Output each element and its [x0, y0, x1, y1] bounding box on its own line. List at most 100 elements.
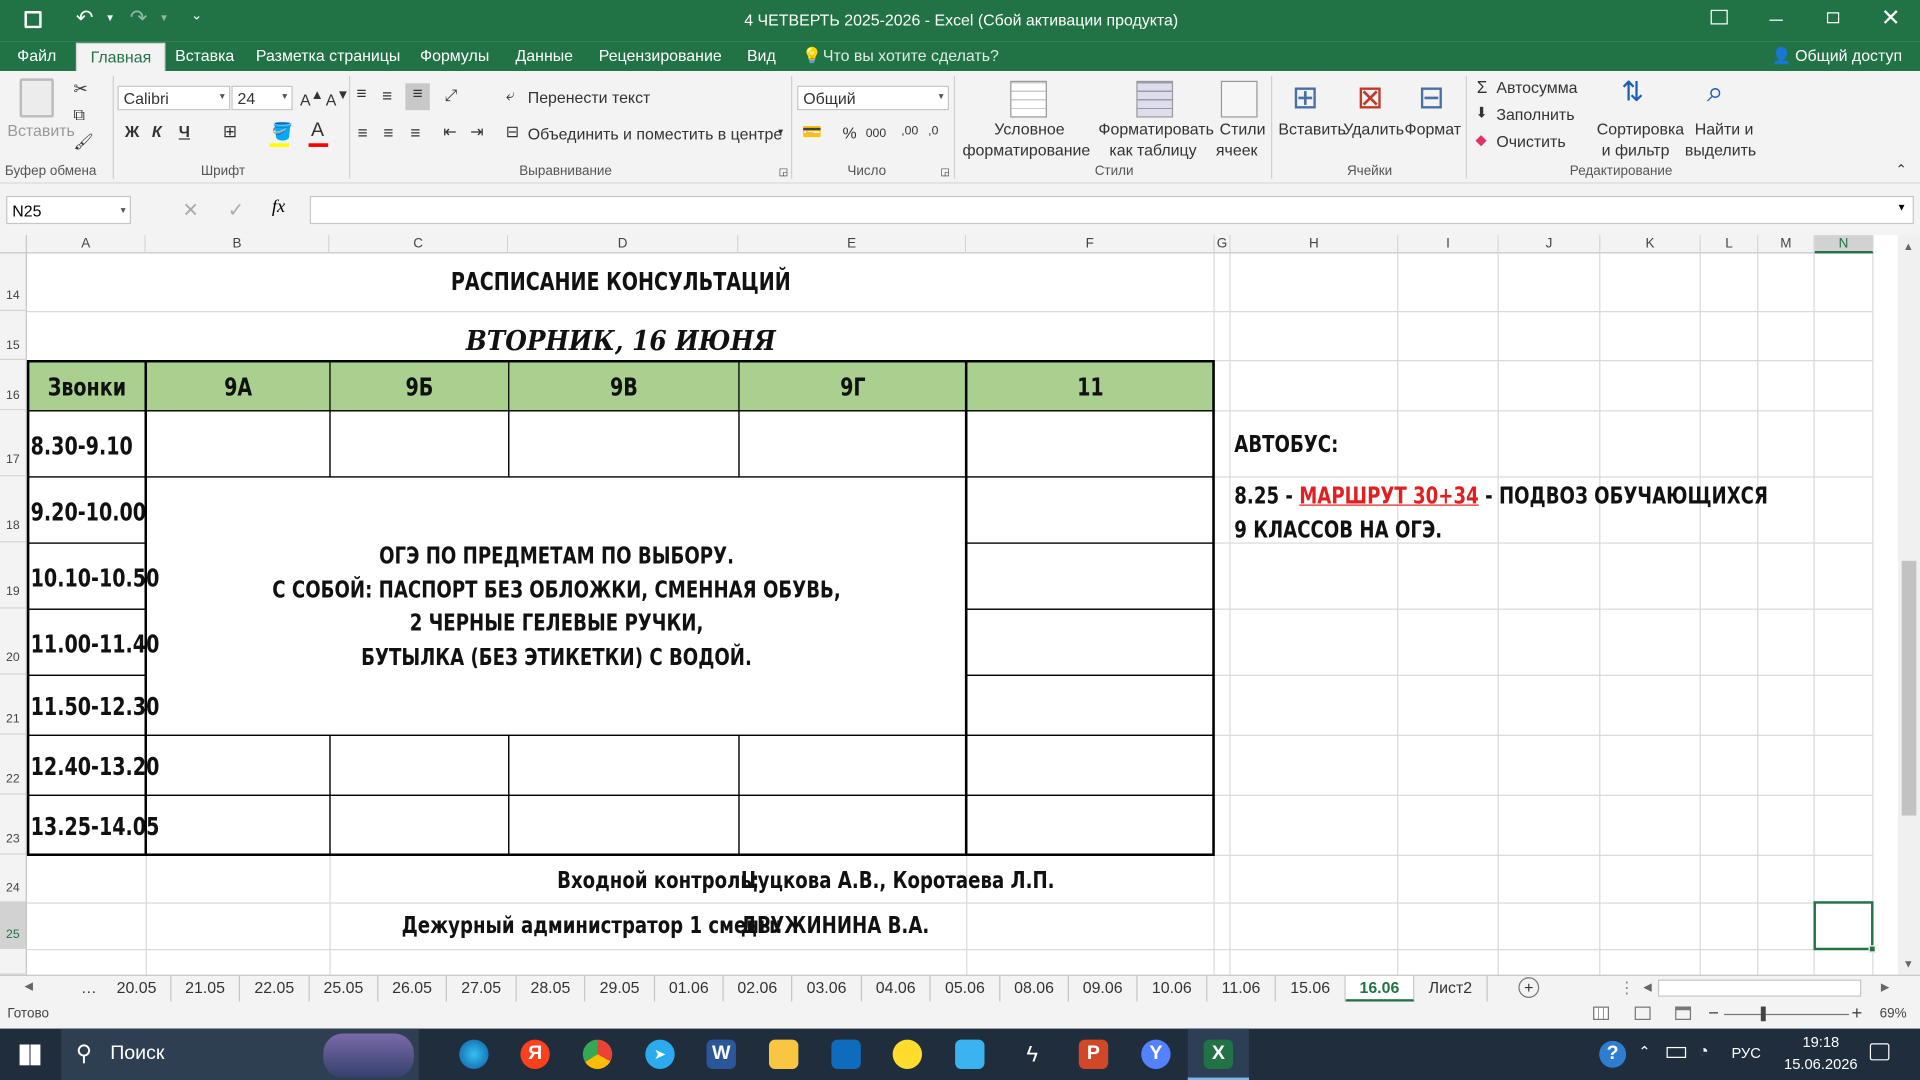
- percent-icon[interactable]: %: [842, 124, 856, 142]
- column-header-c[interactable]: C: [329, 235, 509, 254]
- schedule-cell[interactable]: [738, 794, 968, 856]
- insert-cells-button[interactable]: Вставить: [1278, 120, 1345, 138]
- tab-view[interactable]: Вид: [747, 47, 776, 65]
- collapse-ribbon-icon[interactable]: ⌃: [1896, 162, 1907, 178]
- tab-review[interactable]: Рецензирование: [599, 47, 722, 65]
- sheet-tab[interactable]: 22.05: [240, 975, 310, 1002]
- tab-page-layout[interactable]: Разметка страницы: [256, 47, 400, 65]
- insert-cells-icon[interactable]: ⊞: [1292, 78, 1319, 116]
- fill-color-icon[interactable]: 🪣: [272, 121, 293, 142]
- zoom-slider-track[interactable]: [1724, 1013, 1849, 1016]
- column-header-h[interactable]: H: [1230, 235, 1399, 254]
- edge-icon[interactable]: [459, 1039, 489, 1069]
- fill-handle[interactable]: [1868, 945, 1876, 953]
- sheet-tab[interactable]: 04.06: [862, 975, 931, 1002]
- autosum-button[interactable]: Автосумма: [1496, 78, 1577, 96]
- expand-formula-icon[interactable]: ▼: [1897, 202, 1907, 213]
- yandex-icon[interactable]: Я: [520, 1039, 550, 1069]
- sheet-tab[interactable]: 21.05: [171, 975, 241, 1002]
- add-sheet-icon[interactable]: +: [1518, 977, 1540, 998]
- schedule-cell[interactable]: [508, 794, 740, 856]
- row-header-23[interactable]: 23: [0, 794, 27, 855]
- sheet-tab[interactable]: 26.05: [378, 975, 447, 1002]
- vertical-scroll-thumb[interactable]: [1901, 560, 1917, 816]
- underline-button[interactable]: Ч: [179, 122, 190, 140]
- zoom-level[interactable]: 69%: [1880, 1007, 1907, 1022]
- schedule-cell[interactable]: [966, 734, 1215, 796]
- scroll-left-icon[interactable]: ◀: [1643, 981, 1651, 994]
- page-layout-view-icon[interactable]: [1634, 1006, 1651, 1021]
- schedule-title[interactable]: РАСПИСАНИЕ КОНСУЛЬТАЦИЙ: [158, 267, 1084, 296]
- clear-icon[interactable]: ◆: [1476, 131, 1487, 148]
- column-header-n[interactable]: N: [1814, 235, 1874, 254]
- selected-cell[interactable]: [1813, 901, 1874, 951]
- column-header-d[interactable]: D: [508, 235, 739, 254]
- minimize-icon[interactable]: [1769, 19, 1783, 21]
- row-header-16[interactable]: 16: [0, 360, 27, 411]
- formula-input[interactable]: [309, 195, 1914, 225]
- column-header-m[interactable]: M: [1758, 235, 1815, 254]
- schedule-cell[interactable]: [966, 476, 1215, 544]
- admin-label[interactable]: Дежурный администратор 1 смены:: [402, 912, 783, 939]
- font-color-icon[interactable]: A: [311, 120, 324, 142]
- schedule-cell[interactable]: [145, 794, 331, 856]
- sheet-tab[interactable]: 10.06: [1138, 975, 1208, 1002]
- mail-icon[interactable]: [831, 1039, 861, 1069]
- format-table-label-2[interactable]: как таблицу: [1109, 141, 1196, 159]
- paste-button[interactable]: Вставить: [7, 121, 74, 139]
- telegram-icon[interactable]: ➤: [645, 1039, 675, 1069]
- decrease-decimal-icon[interactable]: ,0: [928, 125, 938, 138]
- zoom-slider-thumb[interactable]: [1760, 1006, 1766, 1022]
- zoom-out-button[interactable]: −: [1708, 1003, 1719, 1024]
- align-middle-icon[interactable]: ≡: [382, 86, 392, 106]
- tell-me-input[interactable]: Что вы хотите сделать?: [823, 47, 999, 65]
- column-header-f[interactable]: F: [966, 235, 1215, 254]
- conditional-format-icon[interactable]: [1010, 80, 1047, 118]
- clock-time[interactable]: 19:18: [1788, 1033, 1854, 1050]
- italic-button[interactable]: К: [152, 122, 162, 140]
- scroll-right-icon[interactable]: ▶: [1881, 981, 1889, 994]
- align-bottom-icon[interactable]: ≡: [405, 83, 430, 111]
- help-icon[interactable]: ?: [1599, 1040, 1627, 1068]
- normal-view-icon[interactable]: [1593, 1006, 1609, 1021]
- find-select-label-1[interactable]: Найти и: [1695, 120, 1754, 138]
- sheet-tab[interactable]: 15.06: [1276, 975, 1346, 1002]
- column-header-i[interactable]: I: [1398, 235, 1499, 254]
- sheet-tab[interactable]: 08.06: [1000, 975, 1069, 1002]
- sheet-tab-active[interactable]: 16.06: [1345, 975, 1415, 1002]
- save-icon[interactable]: [24, 11, 42, 29]
- close-icon[interactable]: ✕: [1881, 5, 1900, 33]
- excel-taskbar-button[interactable]: X: [1187, 1028, 1249, 1080]
- insert-function-button[interactable]: fx: [272, 197, 285, 218]
- fill-icon[interactable]: ⬇: [1476, 104, 1488, 121]
- redo-icon[interactable]: ↷: [130, 6, 147, 30]
- delete-cells-icon[interactable]: ⊠: [1357, 78, 1384, 116]
- column-header-a[interactable]: A: [26, 235, 146, 254]
- messenger-icon[interactable]: [955, 1039, 985, 1069]
- worksheet[interactable]: A B C D E F G H I J K L M N 14 15 16 17 …: [0, 235, 1898, 975]
- sheet-tab[interactable]: 28.05: [517, 975, 586, 1002]
- yandex-market-icon[interactable]: [892, 1039, 923, 1069]
- schedule-cell[interactable]: [329, 734, 510, 796]
- font-name-select[interactable]: Calibri ▼: [117, 85, 231, 111]
- tab-file[interactable]: Файл: [17, 47, 56, 65]
- merged-note-cell[interactable]: [145, 476, 968, 736]
- zoom-in-button[interactable]: +: [1851, 1003, 1862, 1024]
- sheet-tab[interactable]: 25.05: [310, 975, 379, 1002]
- schedule-cell[interactable]: [966, 674, 1215, 736]
- increase-decimal-icon[interactable]: ,00: [901, 125, 918, 138]
- align-right-icon[interactable]: ≡: [410, 122, 420, 142]
- vertical-scrollbar[interactable]: ▲ ▼: [1897, 235, 1920, 975]
- entry-control-label[interactable]: Входной контроль:: [557, 867, 759, 894]
- merge-dropdown-icon[interactable]: ▼: [776, 129, 784, 138]
- name-box[interactable]: N25 ▼: [6, 195, 132, 225]
- entry-control-value[interactable]: Цуцкова А.В., Коротаева Л.П.: [741, 867, 1055, 894]
- merge-center-button[interactable]: Объединить и поместить в центре: [528, 125, 783, 143]
- admin-value[interactable]: ДРУЖИНИНА В.А.: [741, 912, 929, 939]
- row-header-24[interactable]: 24: [0, 854, 27, 903]
- schedule-cell[interactable]: [966, 542, 1215, 610]
- format-table-icon[interactable]: [1136, 80, 1174, 118]
- shrink-font-icon[interactable]: A▼: [326, 88, 350, 109]
- undo-dropdown-icon[interactable]: ▼: [105, 12, 115, 23]
- schedule-cell[interactable]: [329, 410, 510, 478]
